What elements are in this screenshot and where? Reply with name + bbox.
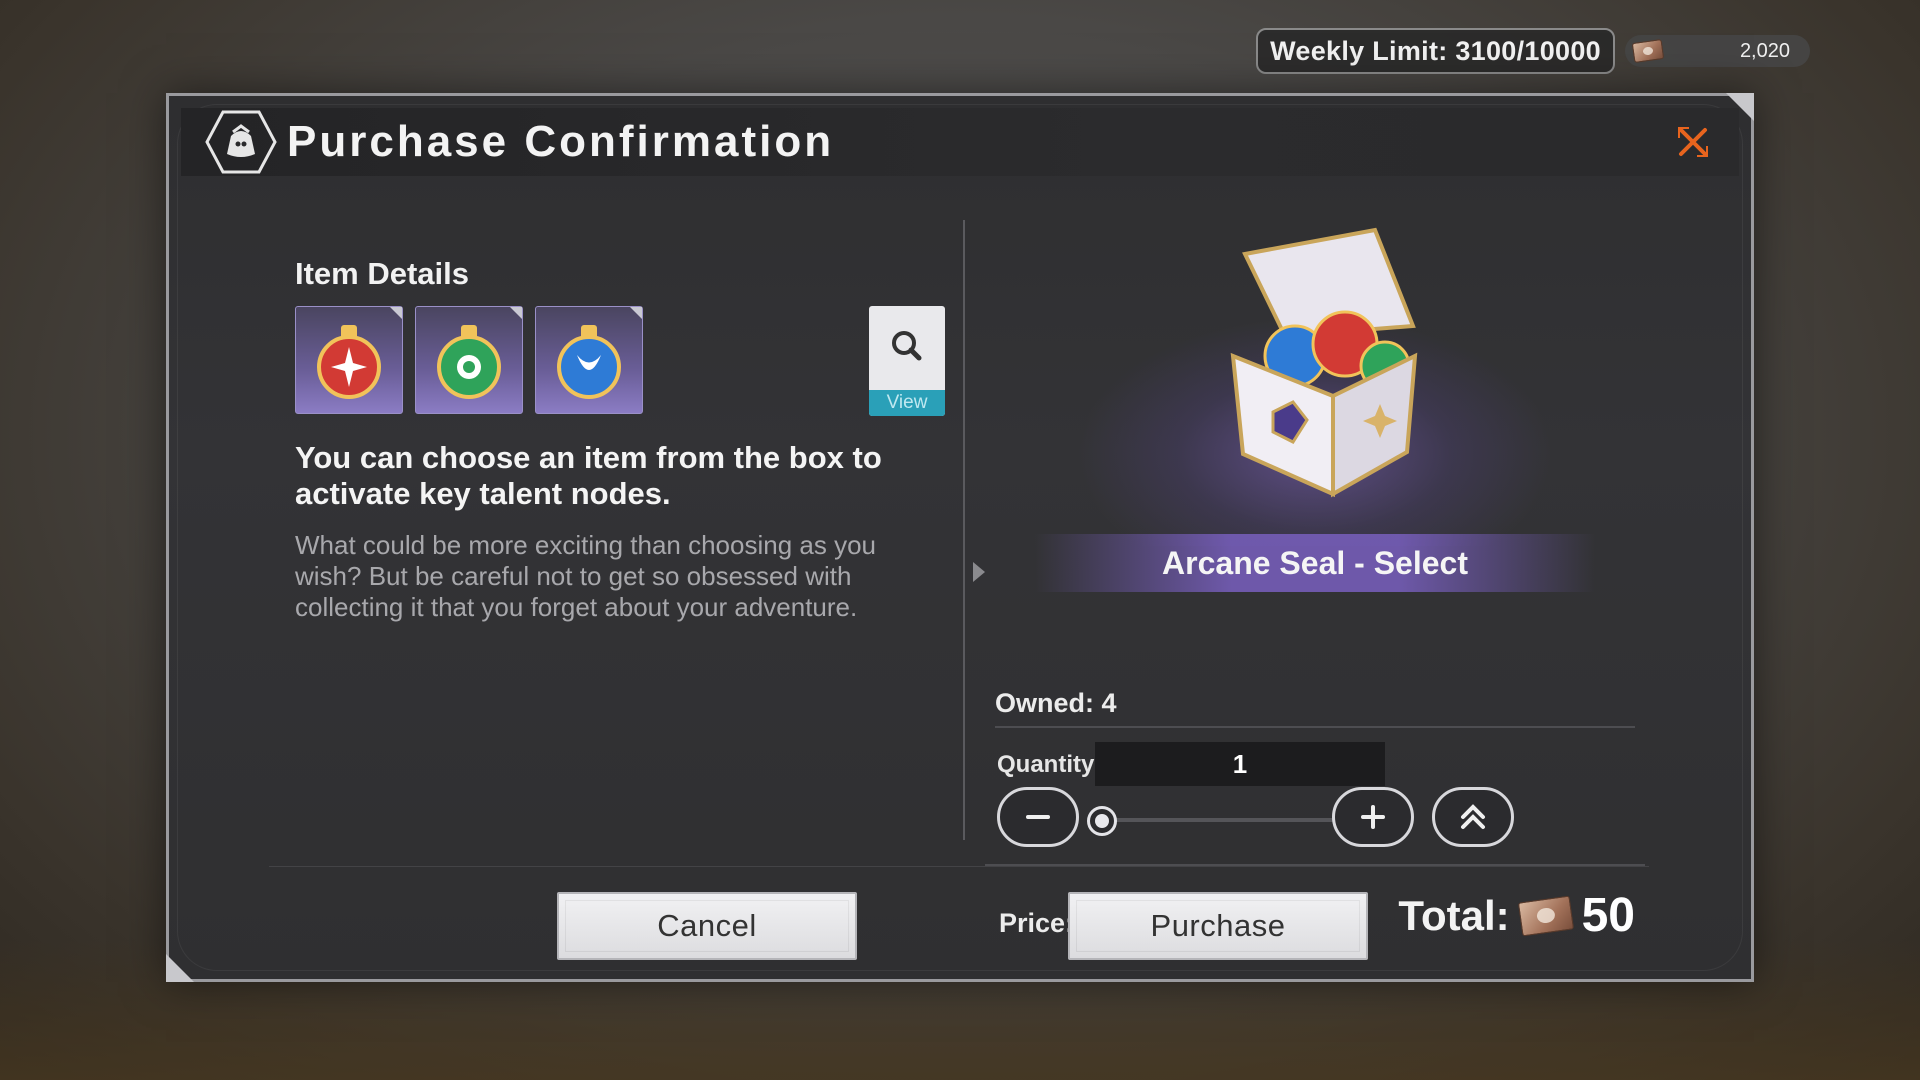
- purchase-button[interactable]: Purchase: [1068, 892, 1368, 960]
- red-seal-orb-icon: [317, 325, 381, 399]
- item-slot-red[interactable]: [295, 306, 403, 414]
- purchase-dialog: Purchase Confirmation Item Details View …: [166, 93, 1754, 982]
- price-label: Price:: [999, 907, 1075, 938]
- dialog-header: Purchase Confirmation: [181, 108, 1739, 176]
- increase-button[interactable]: [1332, 787, 1414, 847]
- item-details-panel: Item Details View You can choose an item…: [295, 256, 975, 623]
- owned-count: Owned: 4: [995, 688, 1117, 718]
- total-value: 50: [1581, 889, 1635, 942]
- minus-icon: [1026, 815, 1050, 819]
- pouch-hex-icon: [205, 110, 277, 174]
- ticket-icon: [1517, 895, 1574, 936]
- double-chevron-up-icon: [1461, 804, 1485, 829]
- decrease-button[interactable]: [997, 787, 1079, 847]
- blue-seal-orb-icon: [557, 325, 621, 399]
- quantity-slider-handle[interactable]: [1087, 806, 1117, 836]
- max-quantity-button[interactable]: [1432, 787, 1514, 847]
- section-label: Item Details: [295, 256, 470, 291]
- item-flavor-text: What could be more exciting than choosin…: [295, 530, 877, 622]
- item-slot-green[interactable]: [415, 306, 523, 414]
- total-price: Total: 50: [1398, 888, 1635, 943]
- search-icon: [892, 331, 922, 361]
- cancel-button[interactable]: Cancel: [557, 892, 857, 960]
- view-button[interactable]: View: [869, 306, 945, 416]
- item-list: View: [295, 306, 975, 416]
- view-button-label: View: [869, 390, 945, 416]
- top-currency-bar: Weekly Limit: 3100/10000 2,020: [1256, 28, 1810, 74]
- dialog-title: Purchase Confirmation: [287, 117, 835, 166]
- column-divider: [963, 220, 965, 840]
- item-description: You can choose an item from the box to a…: [295, 440, 882, 511]
- plus-icon: [1361, 805, 1385, 829]
- ticket-icon: [1631, 39, 1665, 63]
- treasure-chest-icon: [1230, 227, 1418, 498]
- product-image: [995, 216, 1635, 556]
- item-slot-blue[interactable]: [535, 306, 643, 414]
- arrow-right-icon: [973, 562, 985, 582]
- close-icon: [1678, 127, 1708, 157]
- corner-ornament: [166, 954, 194, 982]
- currency-amount: 2,020: [1739, 39, 1790, 62]
- close-button[interactable]: [1675, 124, 1711, 160]
- quantity-input[interactable]: 1: [1095, 742, 1385, 786]
- total-label: Total:: [1398, 891, 1510, 939]
- weekly-limit-badge: Weekly Limit: 3100/10000: [1256, 28, 1615, 74]
- currency-balance: 2,020: [1625, 35, 1810, 67]
- product-name: Arcane Seal - Select: [1035, 534, 1595, 592]
- green-seal-orb-icon: [437, 325, 501, 399]
- quantity-label: Quantity: [997, 751, 1095, 778]
